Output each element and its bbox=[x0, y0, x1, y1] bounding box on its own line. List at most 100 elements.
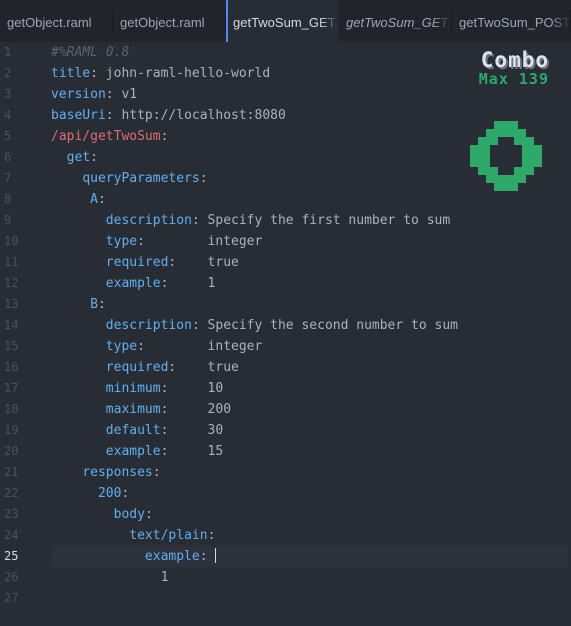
code-line[interactable]: 18 maximum: 200 bbox=[0, 399, 571, 420]
code-line[interactable]: 21 responses: bbox=[0, 462, 571, 483]
yaml-value: integer bbox=[144, 234, 263, 249]
yaml-key: example bbox=[105, 276, 161, 291]
combo-count-value: 0 bbox=[506, 160, 507, 162]
line-number: 16 bbox=[4, 360, 19, 374]
yaml-key: type bbox=[105, 339, 138, 354]
code-line[interactable]: 13 B: bbox=[0, 294, 571, 315]
code-line[interactable]: 17 minimum: 10 bbox=[0, 378, 571, 399]
line-number: 1 bbox=[4, 45, 12, 59]
line-number: 17 bbox=[4, 381, 19, 395]
tab-2[interactable]: getObject.raml bbox=[113, 0, 226, 42]
yaml-value: 30 bbox=[168, 423, 224, 438]
code-line[interactable]: 22 200: bbox=[0, 483, 571, 504]
line-code: text/plain: bbox=[51, 525, 568, 546]
yaml-key: 200 bbox=[97, 486, 122, 501]
line-number: 20 bbox=[4, 444, 19, 458]
line-number: 25 bbox=[4, 549, 19, 563]
colon: : bbox=[191, 213, 200, 228]
line-number: 12 bbox=[4, 276, 19, 290]
line-code: body: bbox=[51, 504, 568, 525]
line-code: minimum: 10 bbox=[51, 378, 568, 399]
line-number: 6 bbox=[4, 150, 12, 164]
yaml-key: text/plain bbox=[129, 528, 208, 543]
combo-max: Max 139 bbox=[478, 70, 549, 88]
line-number: 9 bbox=[4, 213, 12, 227]
code-line[interactable]: 27 bbox=[0, 588, 571, 609]
code-line[interactable]: 14 description: Specify the second numbe… bbox=[0, 315, 571, 336]
code-line[interactable]: 24 text/plain: bbox=[0, 525, 571, 546]
combo-counter: Combo Max 139 bbox=[479, 49, 549, 87]
tab-5[interactable]: getTwoSum_POST bbox=[452, 0, 571, 42]
line-number: 3 bbox=[4, 87, 12, 101]
yaml-key: description bbox=[105, 213, 192, 228]
line-number: 5 bbox=[4, 129, 12, 143]
line-code: A: bbox=[51, 189, 568, 210]
code-line[interactable]: 20 example: 15 bbox=[0, 441, 571, 462]
line-code: default: 30 bbox=[51, 420, 568, 441]
code-line[interactable]: 10 type: integer bbox=[0, 231, 571, 252]
line-number: 8 bbox=[4, 192, 12, 206]
tab-fade bbox=[551, 0, 571, 42]
colon: : bbox=[105, 87, 114, 102]
line-number: 23 bbox=[4, 507, 19, 521]
colon: : bbox=[137, 339, 145, 354]
yaml-key: type bbox=[105, 234, 138, 249]
code-line[interactable]: 26 1 bbox=[0, 567, 571, 588]
yaml-key: A bbox=[90, 192, 98, 207]
yaml-key: minimum bbox=[105, 381, 161, 396]
yaml-key: /api/getTwoSum bbox=[51, 129, 161, 144]
code-line[interactable]: 11 required: true bbox=[0, 252, 571, 273]
colon: : bbox=[90, 66, 98, 81]
colon: : bbox=[160, 129, 169, 144]
yaml-value: true bbox=[176, 360, 239, 375]
combo-title: Combo bbox=[480, 48, 549, 72]
yaml-value: true bbox=[176, 255, 239, 270]
yaml-key: version bbox=[51, 87, 106, 102]
colon: : bbox=[97, 192, 106, 207]
tab-1[interactable]: getObject.raml bbox=[0, 0, 113, 42]
code-line[interactable]: 16 required: true bbox=[0, 357, 571, 378]
code-line[interactable]: 25 example: bbox=[0, 546, 571, 567]
tab-3[interactable]: getTwoSum_GET.raml bbox=[226, 0, 339, 42]
line-code: example: bbox=[51, 546, 568, 567]
yaml-key: description bbox=[105, 318, 192, 333]
line-number: 14 bbox=[4, 318, 19, 332]
tab-bar: getObject.raml getObject.raml getTwoSum_GE… bbox=[0, 0, 571, 42]
tab-label: getObject.raml bbox=[7, 15, 92, 30]
tab-4[interactable]: getTwoSum_GET bbox=[339, 0, 452, 42]
line-number: 10 bbox=[4, 234, 19, 248]
yaml-value: v1 bbox=[113, 87, 138, 102]
yaml-value: 10 bbox=[168, 381, 224, 396]
code-line[interactable]: 15 type: integer bbox=[0, 336, 571, 357]
line-number: 11 bbox=[4, 255, 19, 269]
yaml-value: Specify the first number to sum bbox=[199, 213, 451, 228]
tab-fade bbox=[432, 0, 452, 42]
line-number: 13 bbox=[4, 297, 19, 311]
code-line[interactable]: 19 default: 30 bbox=[0, 420, 571, 441]
code-line[interactable]: 8 A: bbox=[0, 189, 571, 210]
code-line[interactable]: 12 example: 1 bbox=[0, 273, 571, 294]
yaml-key: maximum bbox=[105, 402, 161, 417]
comment: #%RAML 0.8 bbox=[51, 45, 130, 60]
code-line[interactable]: 23 body: bbox=[0, 504, 571, 525]
line-code: example: 1 bbox=[51, 273, 568, 294]
code-line[interactable]: 9 description: Specify the first number … bbox=[0, 210, 571, 231]
yaml-key: default bbox=[105, 423, 161, 438]
yaml-scalar: 1 bbox=[160, 570, 169, 585]
yaml-key: responses bbox=[82, 465, 153, 480]
line-number: 24 bbox=[4, 528, 19, 542]
line-code: type: integer bbox=[51, 231, 568, 252]
yaml-key: example bbox=[105, 444, 161, 459]
line-number: 2 bbox=[4, 66, 12, 80]
yaml-value: 200 bbox=[168, 402, 232, 417]
line-code: B: bbox=[51, 294, 568, 315]
